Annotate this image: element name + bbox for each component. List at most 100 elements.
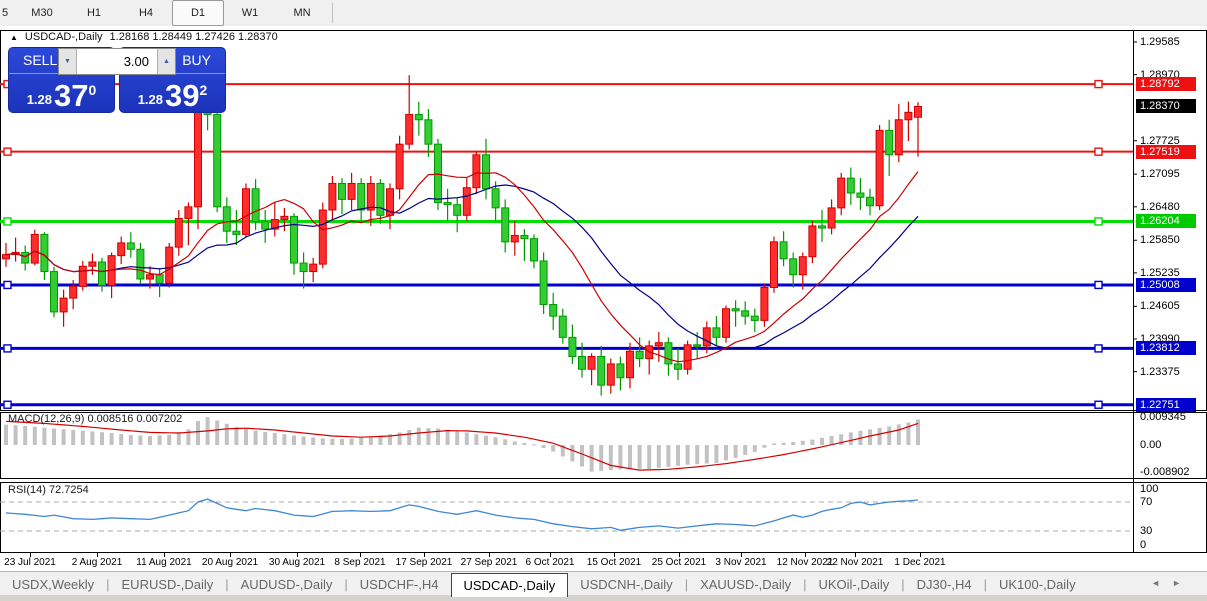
level-line-handle[interactable] <box>1094 217 1103 226</box>
timeframe-button-partial[interactable]: 5 <box>0 0 16 26</box>
macd-histogram-bar <box>666 445 671 467</box>
candle-body <box>261 221 270 230</box>
price-level-tag: 1.25008 <box>1136 277 1196 292</box>
price-axis[interactable]: 1.29585 1.28970 1.27725 1.27095 1.26480 1.258… <box>1134 26 1207 553</box>
candle-body <box>69 285 78 299</box>
date-axis-label: 25 Oct 2021 <box>651 557 707 568</box>
chart-tab-xauusd[interactable]: XAUUSD-,Daily <box>688 574 803 596</box>
candle-body <box>530 238 538 262</box>
timeframe-button-m30[interactable]: M30 <box>16 0 68 26</box>
chart-tab-usdchf[interactable]: USDCHF-,H4 <box>348 574 451 596</box>
chart-tab-uk100[interactable]: UK100-,Daily <box>987 574 1088 596</box>
tab-scroll-arrows[interactable]: ◄► <box>1151 578 1193 588</box>
date-axis-label: 27 Sep 2021 <box>460 557 518 568</box>
macd-histogram-bar <box>503 439 508 445</box>
candle-body <box>702 327 711 347</box>
candle-body <box>750 315 759 321</box>
level-line-handle[interactable] <box>1094 280 1103 290</box>
macd-histogram-bar <box>676 445 680 466</box>
timeframe-button-h4[interactable]: H4 <box>120 0 172 26</box>
macd-histogram-bar <box>551 445 556 452</box>
level-line-handle[interactable] <box>3 147 12 156</box>
sell-price: 1.28 37 0 <box>26 78 97 113</box>
candle-body <box>194 107 202 208</box>
candle-body <box>501 207 510 243</box>
tab-scroll-right-icon[interactable]: ► <box>1172 578 1193 588</box>
price-level-tag: 1.22751 <box>1136 397 1196 412</box>
macd-histogram-bar <box>407 430 412 445</box>
timeframe-button-d1[interactable]: D1 <box>172 0 224 26</box>
level-line-handle[interactable] <box>1094 344 1103 353</box>
level-line-handle[interactable] <box>1094 79 1103 89</box>
price-level-tag: 1.28792 <box>1136 77 1196 92</box>
tab-scroll-left-icon[interactable]: ◄ <box>1151 578 1172 588</box>
timeframe-button-h1[interactable]: H1 <box>68 0 120 26</box>
chart-tab-usdcad[interactable]: USDCAD-,Daily <box>450 573 569 597</box>
candle-body <box>779 241 788 260</box>
macd-histogram-bar <box>685 445 690 465</box>
candle-body <box>616 363 625 379</box>
level-line-handle[interactable] <box>1094 400 1103 409</box>
level-line-handle[interactable] <box>3 280 12 290</box>
macd-histogram-bar <box>752 445 757 452</box>
macd-histogram-bar <box>52 428 56 445</box>
level-line-handle[interactable] <box>3 344 12 353</box>
price-level-tag: 1.23812 <box>1136 341 1196 356</box>
candle-body <box>117 242 126 257</box>
chart-tab-dj30[interactable]: DJ30-,H4 <box>905 574 984 596</box>
macd-histogram-bar <box>714 445 719 463</box>
macd-histogram-bar <box>330 438 335 445</box>
candle-body <box>597 355 606 386</box>
trading-terminal-window: 5 M30 H1 H4 D1 W1 MN ▲ USDCAD-,Daily 1.28168 1… <box>0 0 1207 601</box>
volume-input[interactable] <box>77 49 157 74</box>
candle-body <box>549 303 558 317</box>
macd-histogram-bar <box>90 431 95 445</box>
candle-body <box>904 111 913 121</box>
macd-histogram-bar <box>829 436 834 445</box>
candle-body <box>539 260 548 305</box>
macd-histogram-bar <box>148 436 152 445</box>
macd-histogram-bar <box>320 438 325 445</box>
collapse-triangle-icon[interactable]: ▲ <box>10 33 18 42</box>
candle-body <box>299 262 308 273</box>
date-axis-label: 22 Nov 2021 <box>826 557 884 568</box>
candle-body <box>808 225 817 258</box>
candle-body <box>789 258 798 276</box>
level-line-handle[interactable] <box>1094 147 1103 156</box>
macd-histogram-bar <box>359 437 364 445</box>
timeframe-button-w1[interactable]: W1 <box>224 0 276 26</box>
macd-histogram-bar <box>724 445 728 461</box>
rsi-label: RSI(14) 72.7254 <box>8 484 89 496</box>
date-axis-label: 1 Dec 2021 <box>894 557 946 568</box>
chart-tab-usdcnh[interactable]: USDCNH-,Daily <box>568 574 684 596</box>
volume-decrease-button[interactable]: ▼ <box>59 49 77 74</box>
candle-body <box>674 363 682 370</box>
chart-tab-audusd[interactable]: AUDUSD-,Daily <box>229 574 345 596</box>
date-axis-label: 8 Sep 2021 <box>334 557 386 568</box>
macd-histogram-bar <box>4 424 8 445</box>
chart-tab-usdx[interactable]: USDX,Weekly <box>0 574 106 596</box>
chart-tab-ukoil[interactable]: UKOil-,Daily <box>806 574 901 596</box>
macd-histogram-bar <box>263 431 268 445</box>
timeframe-button-mn[interactable]: MN <box>276 0 328 26</box>
candle-body <box>126 242 135 250</box>
volume-increase-button[interactable]: ▲ <box>157 49 175 74</box>
candle-body <box>146 274 154 280</box>
window-bottom-strip <box>0 595 1207 601</box>
level-line-handle[interactable] <box>3 400 12 409</box>
macd-histogram-bar <box>234 427 239 445</box>
macd-histogram-bar <box>244 428 248 445</box>
rsi-axis-label: 0 <box>1140 539 1147 551</box>
time-axis[interactable]: 23 Jul 2021 2 Aug 2021 11 Aug 2021 20 Aug 2… <box>0 553 1133 571</box>
macd-histogram-bar <box>656 445 661 468</box>
candle-body <box>760 286 769 321</box>
rsi-axis-label: 70 <box>1140 496 1153 508</box>
level-line-handle[interactable] <box>3 217 12 226</box>
date-axis-label: 11 Aug 2021 <box>136 557 192 568</box>
macd-histogram-bar <box>196 421 200 445</box>
chart-tab-eurusd[interactable]: EURUSD-,Daily <box>110 574 226 596</box>
candle-body <box>251 188 260 223</box>
candle-body <box>462 187 471 216</box>
macd-histogram-bar <box>80 430 85 445</box>
current-price-tag: 1.28370 <box>1136 99 1196 114</box>
